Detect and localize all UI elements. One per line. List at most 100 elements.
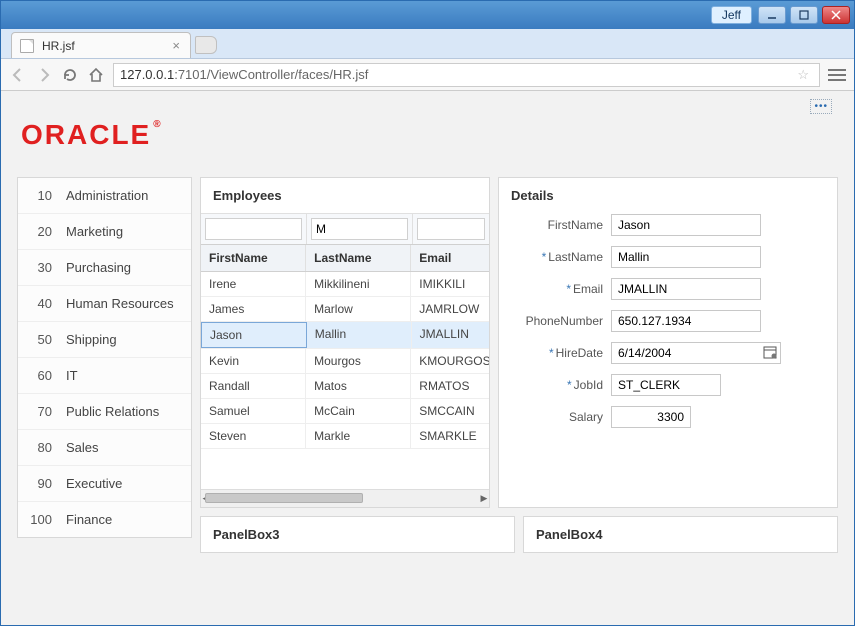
input-jobid[interactable] bbox=[611, 374, 721, 396]
filter-lastname[interactable] bbox=[311, 218, 408, 240]
cell-email: IMIKKILI bbox=[411, 272, 489, 296]
oracle-logo: ORACLE® bbox=[21, 119, 838, 151]
cell-firstname: James bbox=[201, 297, 306, 321]
back-button[interactable] bbox=[9, 66, 27, 84]
label-hiredate: *HireDate bbox=[511, 346, 603, 360]
department-row[interactable]: 80 Sales bbox=[18, 430, 191, 466]
cell-lastname: McCain bbox=[306, 399, 411, 423]
cell-email: SMARKLE bbox=[411, 424, 489, 448]
department-id: 30 bbox=[28, 260, 52, 275]
input-lastname[interactable] bbox=[611, 246, 761, 268]
forward-button[interactable] bbox=[35, 66, 53, 84]
window-titlebar: Jeff bbox=[1, 1, 854, 29]
page-scroll-area[interactable]: ••• ORACLE® 10 Administration 20 Marketing 3… bbox=[1, 91, 854, 625]
department-id: 70 bbox=[28, 404, 52, 419]
employee-row[interactable]: JamesMarlowJAMRLOW bbox=[201, 297, 489, 322]
department-id: 90 bbox=[28, 476, 52, 491]
input-email[interactable] bbox=[611, 278, 761, 300]
department-id: 20 bbox=[28, 224, 52, 239]
department-name: Public Relations bbox=[66, 404, 159, 419]
department-row[interactable]: 40 Human Resources bbox=[18, 286, 191, 322]
department-row[interactable]: 10 Administration bbox=[18, 178, 191, 214]
col-lastname[interactable]: LastName bbox=[306, 245, 411, 271]
cell-firstname: Jason bbox=[201, 322, 307, 348]
browser-menu-button[interactable] bbox=[828, 69, 846, 81]
department-name: Human Resources bbox=[66, 296, 174, 311]
details-title: Details bbox=[499, 178, 837, 209]
tab-close-icon[interactable]: × bbox=[172, 38, 180, 53]
browser-window: Jeff HR.jsf × 127.0.0.1:7101/ViewControl… bbox=[0, 0, 855, 626]
cell-lastname: Mallin bbox=[307, 322, 412, 348]
browser-tab[interactable]: HR.jsf × bbox=[11, 32, 191, 58]
cell-lastname: Marlow bbox=[306, 297, 411, 321]
label-jobid: *JobId bbox=[511, 378, 603, 392]
window-maximize-button[interactable] bbox=[790, 6, 818, 24]
panelbox3: PanelBox3 bbox=[200, 516, 515, 553]
employee-row[interactable]: RandallMatosRMATOS bbox=[201, 374, 489, 399]
department-row[interactable]: 90 Executive bbox=[18, 466, 191, 502]
panelbox4: PanelBox4 bbox=[523, 516, 838, 553]
col-email[interactable]: Email bbox=[411, 245, 489, 271]
employee-row[interactable]: JasonMallinJMALLIN bbox=[201, 322, 489, 349]
label-email: *Email bbox=[511, 282, 603, 296]
address-bar[interactable]: 127.0.0.1:7101/ViewController/faces/HR.j… bbox=[113, 63, 820, 87]
cell-firstname: Irene bbox=[201, 272, 306, 296]
cell-email: JMALLIN bbox=[412, 322, 489, 348]
url-path: :7101/ViewController/faces/HR.jsf bbox=[174, 67, 368, 82]
department-row[interactable]: 50 Shipping bbox=[18, 322, 191, 358]
department-name: Sales bbox=[66, 440, 99, 455]
input-hiredate[interactable] bbox=[611, 342, 781, 364]
filter-email[interactable] bbox=[417, 218, 485, 240]
panelbox4-title: PanelBox4 bbox=[524, 517, 837, 552]
department-name: Shipping bbox=[66, 332, 117, 347]
employee-row[interactable]: IreneMikkilineniIMIKKILI bbox=[201, 272, 489, 297]
department-id: 40 bbox=[28, 296, 52, 311]
department-name: Marketing bbox=[66, 224, 123, 239]
employee-row[interactable]: KevinMourgosKMOURGOS bbox=[201, 349, 489, 374]
employees-panel: Employees FirstName LastName Email bbox=[200, 177, 490, 508]
bookmark-star-icon[interactable]: ☆ bbox=[793, 67, 813, 83]
department-row[interactable]: 30 Purchasing bbox=[18, 250, 191, 286]
cell-lastname: Mourgos bbox=[306, 349, 411, 373]
panel-options-icon[interactable]: ••• bbox=[810, 99, 832, 114]
cell-lastname: Mikkilineni bbox=[306, 272, 411, 296]
department-name: Purchasing bbox=[66, 260, 131, 275]
employees-filter-row bbox=[201, 213, 489, 244]
department-id: 80 bbox=[28, 440, 52, 455]
tab-strip: HR.jsf × bbox=[1, 29, 854, 59]
filter-firstname[interactable] bbox=[205, 218, 302, 240]
panelbox3-title: PanelBox3 bbox=[201, 517, 514, 552]
department-id: 50 bbox=[28, 332, 52, 347]
cell-lastname: Matos bbox=[306, 374, 411, 398]
home-button[interactable] bbox=[87, 66, 105, 84]
employee-row[interactable]: SamuelMcCainSMCCAIN bbox=[201, 399, 489, 424]
department-id: 10 bbox=[28, 188, 52, 203]
cell-email: RMATOS bbox=[411, 374, 489, 398]
input-salary[interactable] bbox=[611, 406, 691, 428]
department-name: IT bbox=[66, 368, 78, 383]
department-name: Executive bbox=[66, 476, 122, 491]
department-name: Administration bbox=[66, 188, 148, 203]
department-row[interactable]: 60IT bbox=[18, 358, 191, 394]
input-phone[interactable] bbox=[611, 310, 761, 332]
cell-firstname: Randall bbox=[201, 374, 306, 398]
col-firstname[interactable]: FirstName bbox=[201, 245, 306, 271]
employee-row[interactable]: StevenMarkleSMARKLE bbox=[201, 424, 489, 449]
window-close-button[interactable] bbox=[822, 6, 850, 24]
browser-toolbar: 127.0.0.1:7101/ViewController/faces/HR.j… bbox=[1, 59, 854, 91]
department-row[interactable]: 20 Marketing bbox=[18, 214, 191, 250]
cell-email: KMOURGOS bbox=[411, 349, 489, 373]
cell-firstname: Samuel bbox=[201, 399, 306, 423]
department-row[interactable]: 70 Public Relations bbox=[18, 394, 191, 430]
new-tab-button[interactable] bbox=[195, 36, 217, 54]
department-name: Finance bbox=[66, 512, 112, 527]
department-row[interactable]: 100Finance bbox=[18, 502, 191, 537]
input-firstname[interactable] bbox=[611, 214, 761, 236]
cell-firstname: Steven bbox=[201, 424, 306, 448]
tab-title: HR.jsf bbox=[42, 39, 164, 53]
window-minimize-button[interactable] bbox=[758, 6, 786, 24]
reload-button[interactable] bbox=[61, 66, 79, 84]
calendar-icon[interactable] bbox=[763, 345, 777, 362]
table-horizontal-scrollbar[interactable]: ◀▶ bbox=[201, 489, 489, 507]
cell-firstname: Kevin bbox=[201, 349, 306, 373]
